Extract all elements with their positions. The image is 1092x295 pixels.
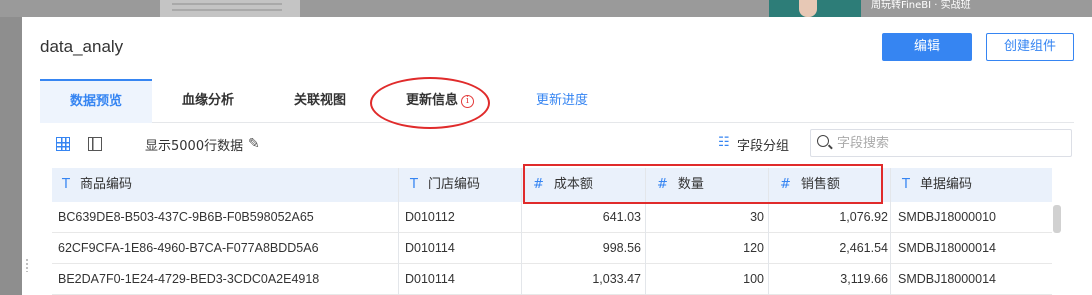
drag-handle-icon[interactable] [25, 258, 29, 272]
cell-product-code: 62CF9CFA-1E86-4960-B7CA-F077A8BDD5A6 [58, 241, 319, 255]
field-search-input[interactable] [837, 133, 1057, 153]
table-row[interactable]: BC639DE8-B503-437C-9B6B-F0B598052A65 D01… [52, 202, 1052, 233]
cell-cost: 1,033.47 [592, 272, 641, 286]
grid-view-icon[interactable] [56, 137, 70, 151]
tab-data-preview[interactable]: 数据预览 [40, 79, 152, 123]
tab-update-progress[interactable]: 更新进度 [516, 79, 608, 123]
background-card [160, 0, 300, 17]
table-scrollbar[interactable] [1053, 205, 1061, 233]
cell-store-code: D010114 [405, 272, 455, 286]
cell-document-code: SMDBJ18000014 [898, 272, 996, 286]
cell-document-code: SMDBJ18000014 [898, 241, 996, 255]
column-header-label: 门店编码 [427, 177, 480, 192]
column-header[interactable]: T 单据编码 [902, 168, 972, 202]
field-group-icon[interactable]: ☷ [718, 135, 730, 150]
table-toolbar: 显示5000行数据 ✎ ☷ 字段分组 [40, 129, 1074, 161]
cell-store-code: D010114 [405, 241, 455, 255]
tab-bar: 数据预览 血缘分析 关联视图 更新信息 i 更新进度 [40, 79, 1074, 123]
column-header[interactable]: T 门店编码 [410, 168, 480, 202]
table-row[interactable]: BE2DA7F0-1E24-4729-BED3-3CDC0A2E4918 D01… [52, 264, 1052, 295]
cell-cost: 998.56 [602, 241, 641, 255]
column-header-label: 商品编码 [79, 177, 132, 192]
edit-button[interactable]: 编辑 [882, 33, 972, 61]
search-icon [817, 135, 829, 147]
tab-label: 数据预览 [69, 94, 122, 109]
background-banner-text: 周玩转FineBI · 实战班 [871, 0, 971, 11]
tab-label: 更新进度 [535, 93, 588, 108]
annotation-ellipse [370, 77, 490, 129]
cell-store-code: D010112 [405, 210, 455, 224]
background-banner-image [769, 0, 861, 17]
column-divider [398, 168, 399, 295]
tab-related-view[interactable]: 关联视图 [274, 79, 366, 123]
cell-sales: 1,076.92 [839, 210, 888, 224]
row-count-label: 显示5000行数据 [145, 139, 244, 154]
column-header-label: 单据编码 [919, 177, 972, 192]
table-row[interactable]: 62CF9CFA-1E86-4960-B7CA-F077A8BDD5A6 D01… [52, 233, 1052, 264]
cell-product-code: BE2DA7F0-1E24-4729-BED3-3CDC0A2E4918 [58, 272, 320, 286]
tab-label: 血缘分析 [181, 93, 234, 108]
cell-document-code: SMDBJ18000010 [898, 210, 996, 224]
column-header[interactable]: T 商品编码 [62, 168, 132, 202]
cell-sales: 2,461.54 [839, 241, 888, 255]
panel-view-icon[interactable] [88, 137, 102, 151]
cell-cost: 641.03 [602, 210, 641, 224]
cell-quantity: 100 [743, 272, 764, 286]
field-search-box[interactable] [810, 129, 1072, 157]
cell-quantity: 30 [750, 210, 764, 224]
column-divider [521, 168, 522, 295]
tab-lineage[interactable]: 血缘分析 [162, 79, 254, 123]
create-component-button[interactable]: 创建组件 [986, 33, 1074, 61]
annotation-rectangle [523, 164, 883, 204]
field-group-button[interactable]: 字段分组 [737, 135, 789, 154]
cell-product-code: BC639DE8-B503-437C-9B6B-F0B598052A65 [58, 210, 314, 224]
pencil-icon[interactable]: ✎ [248, 136, 260, 152]
column-divider [890, 168, 891, 295]
cell-quantity: 120 [743, 241, 764, 255]
tab-label: 关联视图 [293, 93, 346, 108]
cell-sales: 3,119.66 [840, 272, 888, 286]
dialog-title: data_analy [40, 37, 124, 56]
